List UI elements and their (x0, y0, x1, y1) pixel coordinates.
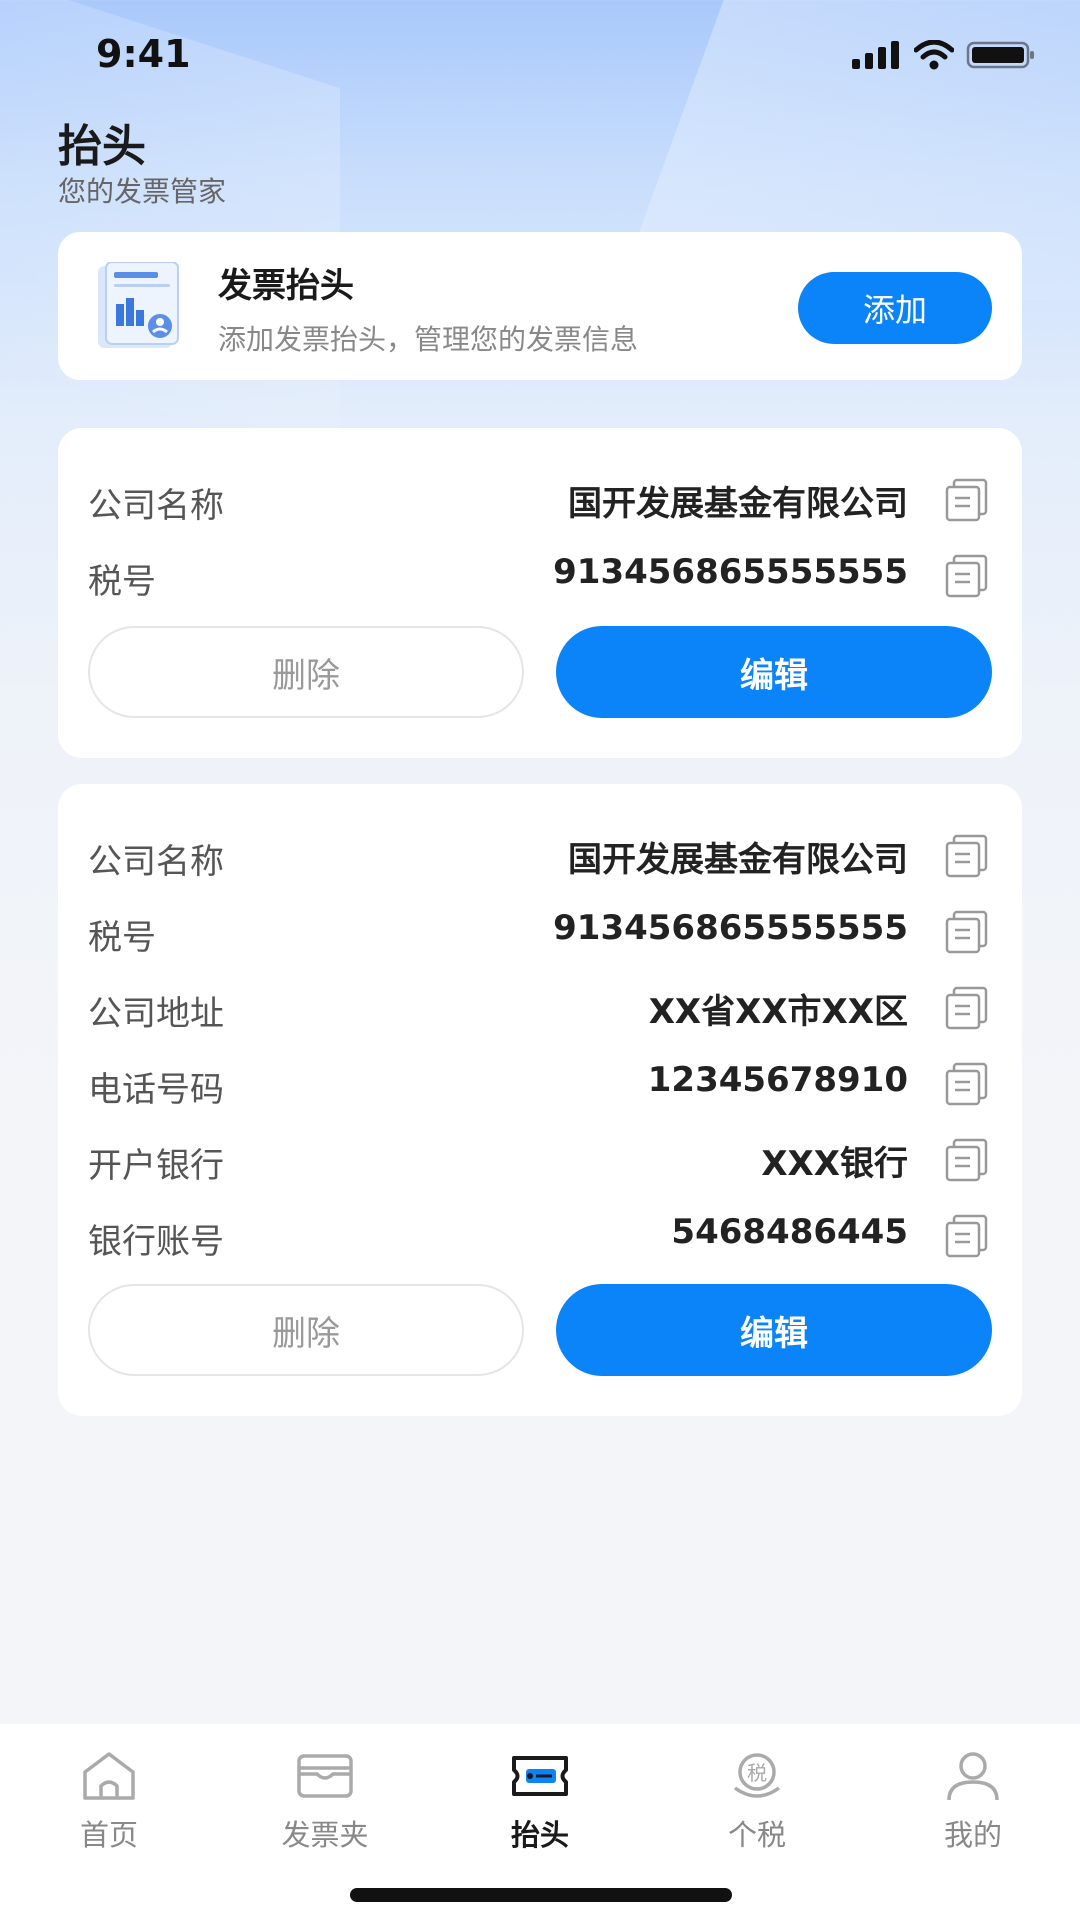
tab-label: 首页 (79, 1818, 138, 1852)
tab-label: 我的 (943, 1818, 1002, 1852)
copy-icon[interactable] (944, 1138, 990, 1182)
tab-personal-tax[interactable]: 税 个税 (682, 1738, 832, 1858)
edit-button[interactable]: 编辑 (556, 1284, 992, 1376)
tab-label: 发票夹 (281, 1818, 369, 1852)
invoice-header-banner: 发票抬头 添加发票抬头，管理您的发票信息 添加 (58, 232, 1022, 380)
signal-icon (852, 41, 899, 69)
row-value: 国开发展基金有限公司 (568, 840, 908, 880)
banner-description: 添加发票抬头，管理您的发票信息 (218, 323, 639, 356)
row-label: 税号 (88, 918, 156, 958)
info-row: 税号 913456865555555 (88, 900, 992, 960)
row-label: 电话号码 (88, 1070, 224, 1110)
tab-mine[interactable]: 我的 (898, 1738, 1048, 1858)
edit-button[interactable]: 编辑 (556, 626, 992, 718)
tax-icon-text: 税 (747, 1761, 767, 1785)
tax-icon: 税 (733, 1753, 781, 1798)
page-title: 抬头 (58, 121, 146, 172)
copy-icon[interactable] (944, 910, 990, 954)
row-label: 公司名称 (88, 486, 224, 526)
add-button[interactable]: 添加 (798, 272, 992, 344)
info-row: 公司名称 国开发展基金有限公司 (88, 468, 992, 528)
tab-label: 个税 (727, 1818, 786, 1852)
row-label: 公司名称 (88, 842, 224, 882)
info-row: 电话号码 12345678910 (88, 1052, 992, 1112)
copy-icon[interactable] (944, 478, 990, 522)
info-row: 开户银行 XXX银行 (88, 1128, 992, 1188)
folder-icon (297, 1754, 353, 1798)
row-value: XX省XX市XX区 (648, 992, 908, 1032)
row-label: 公司地址 (88, 994, 224, 1034)
home-indicator (350, 1888, 732, 1902)
tab-bar: 首页 发票夹 抬头 税 个税 我的 (0, 1724, 1080, 1920)
info-row: 税号 913456865555555 (88, 544, 992, 604)
row-label: 税号 (88, 562, 156, 602)
copy-icon[interactable] (944, 1214, 990, 1258)
row-label: 银行账号 (88, 1222, 224, 1262)
invoice-header-card: 公司名称 国开发展基金有限公司 税号 913456865555555 删除 编辑 (58, 428, 1022, 758)
tab-header[interactable]: 抬头 (465, 1738, 615, 1858)
row-label: 开户银行 (88, 1146, 224, 1186)
row-value: XXX银行 (761, 1144, 908, 1184)
home-icon (83, 1752, 135, 1800)
row-value: 913456865555555 (553, 908, 908, 948)
page-subtitle: 您的发票管家 (58, 175, 227, 208)
copy-icon[interactable] (944, 834, 990, 878)
invoice-document-icon (98, 262, 179, 348)
status-bar: 9:41 (0, 0, 1080, 110)
copy-icon[interactable] (944, 1062, 990, 1106)
user-icon (947, 1752, 999, 1801)
row-value: 12345678910 (647, 1060, 908, 1100)
info-row: 公司地址 XX省XX市XX区 (88, 976, 992, 1036)
row-value: 5468486445 (671, 1212, 908, 1252)
status-icons (850, 40, 1036, 70)
delete-button[interactable]: 删除 (88, 626, 524, 718)
battery-icon (966, 41, 1034, 69)
tab-home[interactable]: 首页 (34, 1738, 184, 1858)
tab-label: 抬头 (510, 1818, 569, 1852)
banner-title: 发票抬头 (218, 266, 354, 306)
info-row: 公司名称 国开发展基金有限公司 (88, 824, 992, 884)
status-time: 9:41 (96, 32, 191, 76)
tab-invoice-folder[interactable]: 发票夹 (250, 1738, 400, 1858)
invoice-header-card: 公司名称 国开发展基金有限公司 税号 913456865555555 公司地址 … (58, 784, 1022, 1416)
wifi-icon (914, 40, 954, 70)
copy-icon[interactable] (944, 986, 990, 1030)
delete-button[interactable]: 删除 (88, 1284, 524, 1376)
info-row: 银行账号 5468486445 (88, 1204, 992, 1264)
copy-icon[interactable] (944, 554, 990, 598)
row-value: 913456865555555 (553, 552, 908, 592)
ticket-icon (512, 1756, 568, 1796)
row-value: 国开发展基金有限公司 (568, 484, 908, 524)
